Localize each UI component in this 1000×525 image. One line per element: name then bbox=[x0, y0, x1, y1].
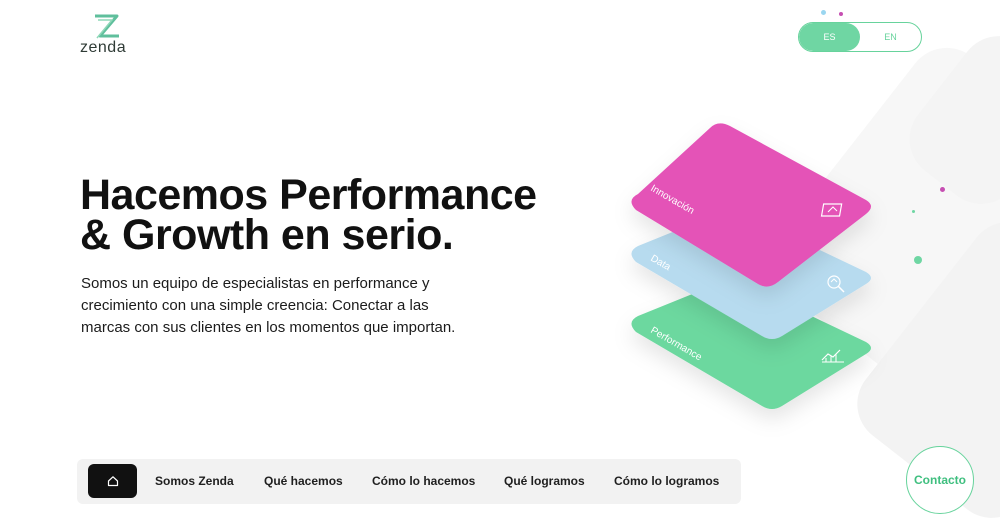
language-switch[interactable]: ES EN bbox=[798, 22, 922, 52]
logo-text: zenda bbox=[80, 39, 127, 56]
decorative-dot bbox=[940, 187, 945, 192]
nav-item-que-hacemos[interactable]: Qué hacemos bbox=[264, 459, 343, 504]
hero-title-line2: & Growth en serio. bbox=[80, 211, 454, 259]
nav-item-somos-zenda[interactable]: Somos Zenda bbox=[155, 459, 234, 504]
lang-option-en[interactable]: EN bbox=[860, 23, 921, 51]
main-nav: Somos Zenda Qué hacemos Cómo lo hacemos … bbox=[77, 459, 741, 504]
nav-item-como-lo-logramos[interactable]: Cómo lo logramos bbox=[614, 459, 719, 504]
contact-button[interactable]: Contacto bbox=[906, 446, 974, 514]
hero-title-line1: Hacemos Performance bbox=[80, 171, 537, 219]
hero-title: Hacemos Performance & Growth en serio. bbox=[80, 171, 560, 259]
decorative-dot bbox=[839, 12, 843, 16]
nav-home-button[interactable] bbox=[88, 464, 137, 498]
logo[interactable]: zenda bbox=[80, 14, 130, 58]
service-cards: Performance Data Innovación bbox=[631, 123, 871, 409]
zenda-z-icon bbox=[95, 14, 119, 39]
landing-page: zenda ES EN Hacemos Performance & Growth… bbox=[0, 0, 1000, 525]
decorative-dot bbox=[821, 10, 826, 15]
home-icon bbox=[107, 476, 118, 487]
decorative-dot bbox=[914, 256, 922, 264]
hero-description: Somos un equipo de especialistas en perf… bbox=[81, 275, 456, 336]
decorative-dot bbox=[912, 210, 915, 213]
nav-item-como-lo-hacemos[interactable]: Cómo lo hacemos bbox=[372, 459, 475, 504]
nav-item-que-logramos[interactable]: Qué logramos bbox=[504, 459, 585, 504]
lang-option-es[interactable]: ES bbox=[799, 23, 860, 51]
